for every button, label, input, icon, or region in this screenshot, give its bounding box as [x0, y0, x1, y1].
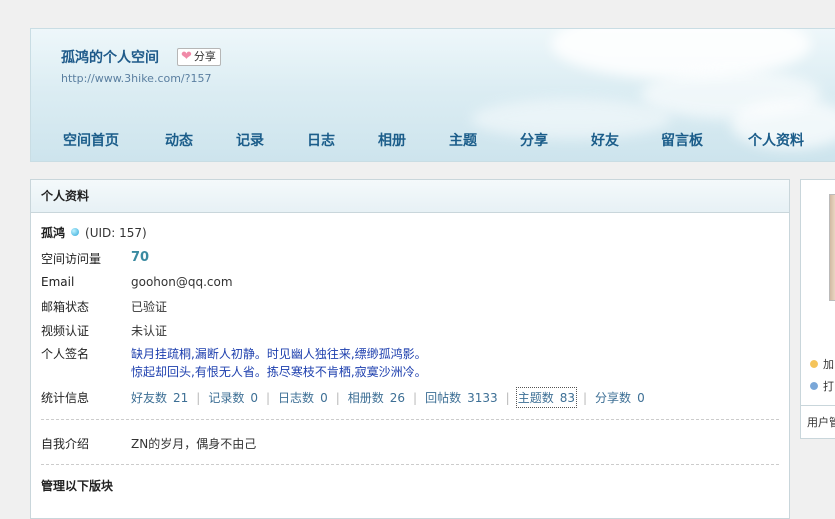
separator: | [505, 391, 510, 405]
stat-value: 21 [173, 391, 189, 405]
nav-item-profile[interactable]: 个人资料 [748, 130, 804, 150]
side-action-add-friend[interactable]: 加 [807, 356, 834, 372]
nav-item-share[interactable]: 分享 [520, 130, 548, 150]
greet-icon [807, 380, 821, 392]
stat-threads[interactable]: 主题数 83 [515, 387, 578, 408]
handshake-icon [807, 358, 821, 370]
stat-albums[interactable]: 相册数 26 [348, 389, 405, 406]
nav-item-album[interactable]: 相册 [378, 130, 406, 150]
heart-icon: ❤ [181, 49, 192, 64]
stats-label: 统计信息 [41, 391, 90, 405]
avatar[interactable] [829, 194, 835, 301]
stat-label: 相册数 [347, 391, 384, 405]
online-status-icon [71, 228, 80, 236]
signature-line: 缺月挂疏桐,漏断人初静。时见幽人独往来,缥缈孤鸿影。 [131, 347, 427, 361]
video-auth-label: 视频认证 [41, 324, 90, 338]
email-status-value: 已验证 [131, 300, 168, 314]
divider [41, 419, 779, 420]
stat-value: 26 [389, 391, 406, 405]
user-row: 孤鸿 (UID: 157) [41, 224, 147, 241]
nav-item-friends[interactable]: 好友 [591, 130, 619, 150]
nav-item-home[interactable]: 空间首页 [63, 130, 119, 150]
stat-replies[interactable]: 回帖数 3133 [425, 389, 498, 406]
visits-value: 70 [131, 250, 150, 265]
side-action-greet[interactable]: 打 [807, 378, 834, 394]
profile-panel-title: 个人资料 [31, 180, 789, 213]
stat-value: 0 [320, 391, 328, 405]
stat-label: 日志数 [278, 391, 315, 405]
side-user-manage-link[interactable]: 用户管 [807, 414, 835, 430]
visits-label: 空间访问量 [41, 252, 102, 266]
nav-item-guestbook[interactable]: 留言板 [661, 130, 703, 150]
intro-value: ZN的岁月，偶身不由己 [131, 437, 257, 451]
username: 孤鸿 [41, 226, 66, 240]
stat-value: 3133 [467, 391, 498, 405]
admin-forums-title: 管理以下版块 [41, 479, 114, 493]
stat-friends[interactable]: 好友数 21 [131, 389, 188, 406]
divider [41, 464, 779, 465]
stat-label: 回帖数 [425, 391, 462, 405]
stat-value: 0 [637, 391, 645, 405]
video-auth-value: 未认证 [131, 324, 168, 338]
space-header: 孤鸿的个人空间 ❤ 分享 http://www.3hike.com/?157 空… [30, 28, 835, 162]
stat-shares[interactable]: 分享数 0 [595, 389, 645, 406]
nav-item-feed[interactable]: 动态 [165, 130, 193, 150]
side-action-label: 加 [823, 358, 834, 371]
stats-list: 好友数 21 | 记录数 0 | 日志数 0 | 相册数 26 | 回帖数 3133 | 主题数 83 | 分享数 0 [131, 387, 645, 408]
email-label: Email [41, 275, 75, 289]
nav-item-blog[interactable]: 日志 [307, 130, 335, 150]
separator: | [583, 391, 588, 405]
stat-label: 主题数 [517, 391, 554, 405]
stat-label: 记录数 [208, 391, 245, 405]
space-url-link[interactable]: http://www.3hike.com/?157 [61, 72, 211, 85]
email-value: goohon@qq.com [131, 275, 233, 289]
side-panel: 加 打 用户管 [800, 179, 835, 439]
stat-label: 好友数 [131, 391, 168, 405]
header-cloud [471, 99, 671, 139]
nav-item-threads[interactable]: 主题 [449, 130, 477, 150]
email-status-label: 邮箱状态 [41, 300, 90, 314]
share-button[interactable]: ❤ 分享 [177, 48, 221, 66]
separator: | [266, 391, 271, 405]
side-action-label: 打 [823, 380, 834, 393]
intro-label: 自我介绍 [41, 437, 90, 451]
space-title-link[interactable]: 孤鸿的个人空间 [61, 47, 159, 67]
stat-value: 0 [250, 391, 258, 405]
signature-label: 个人签名 [41, 347, 90, 361]
nav-item-records[interactable]: 记录 [236, 130, 264, 150]
user-uid: (UID: 157) [85, 226, 147, 240]
signature-line: 惊起却回头,有恨无人省。拣尽寒枝不肯栖,寂寞沙洲冷。 [131, 365, 427, 379]
admin-row: 管理以下版块 [41, 477, 113, 494]
stat-label: 分享数 [595, 391, 632, 405]
stat-records[interactable]: 记录数 0 [208, 389, 258, 406]
signature-text: 缺月挂疏桐,漏断人初静。时见幽人独往来,缥缈孤鸿影。 惊起却回头,有恨无人省。拣… [131, 345, 427, 381]
profile-panel: 个人资料 孤鸿 (UID: 157) 空间访问量 70 Email goohon@… [30, 179, 790, 519]
divider [801, 405, 835, 406]
stat-blogs[interactable]: 日志数 0 [278, 389, 328, 406]
separator: | [413, 391, 418, 405]
separator: | [196, 391, 201, 405]
stat-value: 83 [559, 391, 575, 405]
separator: | [335, 391, 340, 405]
share-button-label: 分享 [193, 50, 216, 63]
